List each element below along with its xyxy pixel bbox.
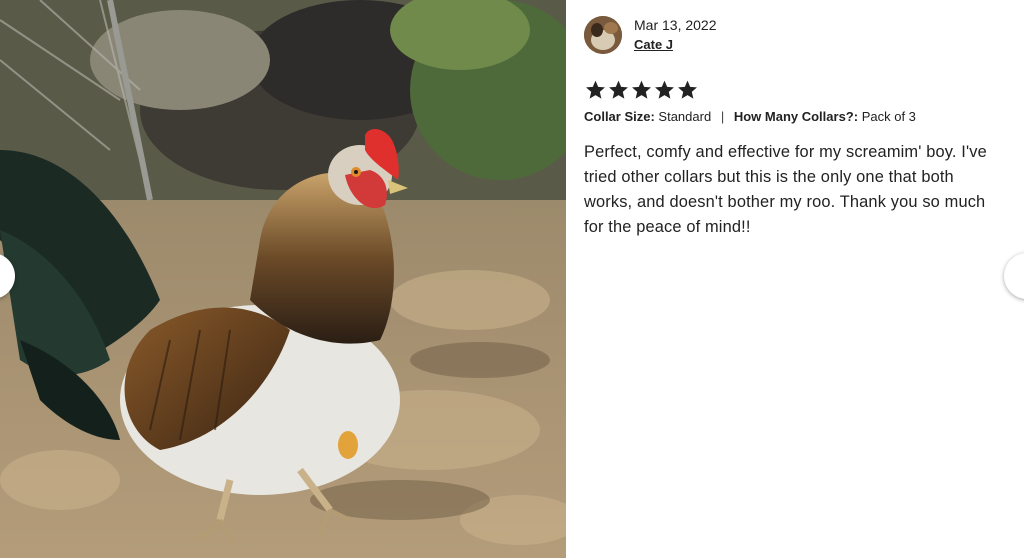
variation-value: Pack of 3 xyxy=(861,109,916,124)
review-photo[interactable] xyxy=(0,0,566,558)
reviewer-header: Mar 13, 2022 Cate J xyxy=(584,16,717,54)
star-icon xyxy=(609,80,628,99)
star-icon xyxy=(655,80,674,99)
variation-separator: | xyxy=(720,109,725,124)
variation-label: How Many Collars?: xyxy=(733,109,859,124)
variation-label: Collar Size: xyxy=(584,109,655,124)
variation-value: Standard xyxy=(658,109,712,124)
star-icon xyxy=(586,80,605,99)
review-panel: Mar 13, 2022 Cate J Collar Size: Standar… xyxy=(566,0,1024,558)
star-rating xyxy=(584,79,699,101)
avatar-image xyxy=(584,16,622,54)
avatar[interactable] xyxy=(584,16,622,54)
reviewer-name-link[interactable]: Cate J xyxy=(634,35,717,54)
chevron-right-icon xyxy=(1020,269,1024,283)
review-text: Perfect, comfy and effective for my scre… xyxy=(584,143,987,236)
star-icon xyxy=(632,80,651,99)
review-variations: Collar Size: Standard | How Many Collars… xyxy=(584,109,916,124)
reviewer-meta: Mar 13, 2022 Cate J xyxy=(634,16,717,54)
star-icon xyxy=(678,80,697,99)
rooster-photo-image xyxy=(0,0,566,558)
review-date: Mar 13, 2022 xyxy=(634,17,717,33)
